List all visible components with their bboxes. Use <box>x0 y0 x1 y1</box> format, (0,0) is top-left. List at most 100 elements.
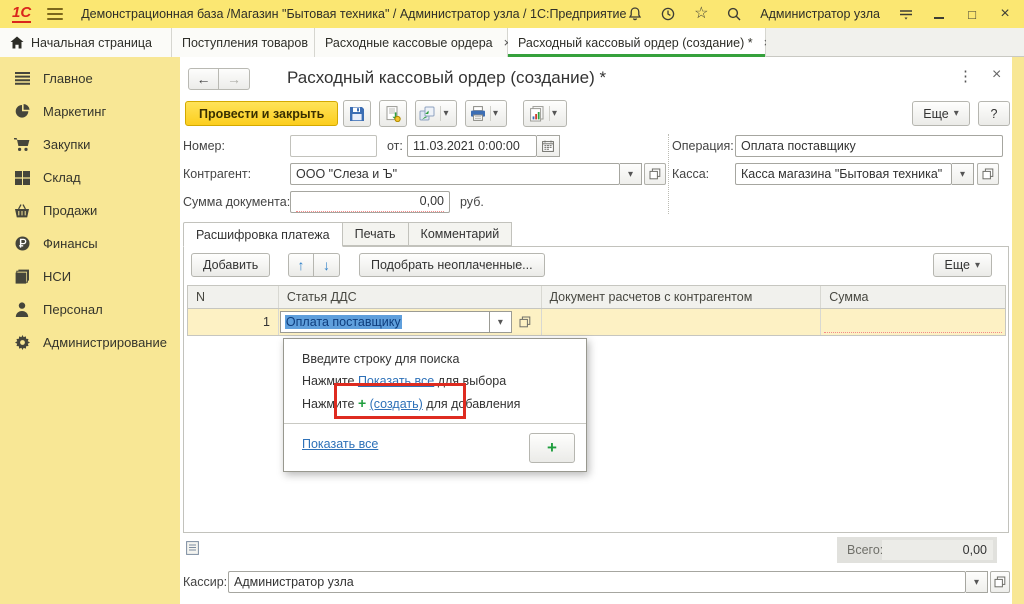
close-icon[interactable]: × <box>996 5 1014 23</box>
sidebar-item-sales[interactable]: Продажи <box>0 194 180 227</box>
create-based-on-icon <box>419 106 436 122</box>
forward-button[interactable]: → <box>219 68 250 90</box>
sidebar-item-main[interactable]: Главное <box>0 62 180 95</box>
history-clock-icon[interactable] <box>659 5 677 23</box>
books-icon <box>14 269 30 285</box>
payment-grid: N Статья ДДС Документ расчетов с контраг… <box>187 285 1006 336</box>
main-menu-icon[interactable] <box>47 8 63 20</box>
tab-print[interactable]: Печать <box>343 222 409 246</box>
dropdown-caret-icon[interactable]: ▾ <box>490 106 502 121</box>
number-field[interactable] <box>290 135 377 157</box>
number-label: Номер: <box>183 135 225 157</box>
grid-more-button[interactable]: Еще ▾ <box>933 253 992 277</box>
cashier-open-icon[interactable] <box>990 571 1010 593</box>
title-bar: 1С Демонстрационная база /Магазин "Бытов… <box>0 0 1024 28</box>
tab-rashodnyj-kassovyj-order-sozdanie[interactable]: Расходный кассовый ордер (создание) * × <box>508 28 766 57</box>
footer-list-icon[interactable] <box>186 541 199 558</box>
search-icon[interactable] <box>725 5 743 23</box>
save-button[interactable] <box>343 100 371 127</box>
print-button[interactable]: ▾ <box>465 100 507 127</box>
move-down-button[interactable]: ↓ <box>314 253 340 277</box>
current-user[interactable]: Администратор узла <box>760 7 880 21</box>
amount-cell[interactable] <box>821 309 1005 335</box>
warehouse-icon <box>14 170 30 186</box>
form-menu-kebab-icon[interactable]: ⋮ <box>958 67 973 85</box>
counterparty-dropdown-icon[interactable]: ▾ <box>620 163 642 185</box>
plus-icon: + <box>358 395 366 411</box>
cashbox-dropdown-icon[interactable]: ▾ <box>952 163 974 185</box>
show-all-inline-link[interactable]: Показать все <box>358 374 434 388</box>
sections-menu-icon <box>14 71 30 87</box>
sidebar-item-purchases[interactable]: Закупки <box>0 128 180 161</box>
post-document-button[interactable] <box>379 100 407 127</box>
move-up-button[interactable]: ↑ <box>288 253 314 277</box>
operation-field[interactable]: Оплата поставщику <box>735 135 1003 157</box>
tab-bar-empty-space <box>766 28 1024 56</box>
create-inline-link[interactable]: (создать) <box>370 397 423 411</box>
sidebar-item-finance[interactable]: Финансы <box>0 227 180 260</box>
calendar-icon[interactable] <box>537 135 560 157</box>
dds-choice-dropdown-popup: Введите строку для поиска Нажмите Показа… <box>283 338 587 472</box>
save-icon <box>349 106 365 122</box>
grid-row-1[interactable]: 1 Оплата поставщику ▾ <box>188 309 1005 335</box>
cashbox-label: Касса: <box>672 163 709 185</box>
back-button[interactable]: ← <box>188 68 219 90</box>
column-header-settlement-doc[interactable]: Документ расчетов с контрагентом <box>542 286 822 308</box>
dds-item-cell[interactable]: Оплата поставщику ▾ <box>279 309 542 335</box>
column-header-amount[interactable]: Сумма <box>821 286 1005 308</box>
fields-separator <box>668 134 669 214</box>
cashier-label: Кассир: <box>183 571 227 593</box>
date-field[interactable]: 11.03.2021 0:00:00 <box>407 135 537 157</box>
cashier-field[interactable]: Администратор узла <box>228 571 966 593</box>
dropdown-caret-icon[interactable]: ▾ <box>440 106 452 121</box>
tab-comment[interactable]: Комментарий <box>409 222 513 246</box>
sidebar-item-administration[interactable]: Администрирование <box>0 326 180 359</box>
maximize-icon[interactable]: □ <box>963 5 981 23</box>
dds-dropdown-icon[interactable]: ▾ <box>490 311 512 333</box>
tab-postupleniya-tovarov[interactable]: Поступления товаров × <box>172 28 315 57</box>
tab-home[interactable]: Начальная страница <box>0 28 172 57</box>
create-new-button[interactable]: + <box>529 433 575 463</box>
notifications-bell-icon[interactable] <box>626 5 644 23</box>
amount-field[interactable]: 0,00 <box>290 191 450 213</box>
settlement-doc-cell[interactable] <box>542 309 822 335</box>
dds-open-icon[interactable] <box>514 311 536 333</box>
add-row-button[interactable]: Добавить <box>191 253 270 277</box>
sidebar-item-personnel[interactable]: Персонал <box>0 293 180 326</box>
sidebar-item-marketing[interactable]: Маркетинг <box>0 95 180 128</box>
row-number-cell: 1 <box>188 309 279 335</box>
cashier-dropdown-icon[interactable]: ▾ <box>966 571 988 593</box>
print-icon <box>470 106 486 121</box>
counterparty-field[interactable]: ООО "Слеза и Ъ" <box>290 163 620 185</box>
workspace-right-margin <box>1012 57 1024 604</box>
pie-chart-icon <box>14 104 30 120</box>
form-close-icon[interactable]: × <box>992 66 1001 84</box>
document-form: ← → Расходный кассовый ордер (создание) … <box>180 57 1012 604</box>
column-header-dds-item[interactable]: Статья ДДС <box>279 286 542 308</box>
tab-payment-breakdown[interactable]: Расшифровка платежа <box>183 222 343 247</box>
popup-divider <box>284 423 586 424</box>
post-and-close-button[interactable]: Провести и закрыть <box>185 101 338 126</box>
dropdown-hints: Введите строку для поиска Нажмите Показа… <box>302 348 520 415</box>
operation-label: Операция: <box>672 135 734 157</box>
cashbox-open-icon[interactable] <box>977 163 999 185</box>
sidebar-item-warehouse[interactable]: Склад <box>0 161 180 194</box>
dds-item-input[interactable]: Оплата поставщику <box>280 311 490 333</box>
counterparty-open-icon[interactable] <box>644 163 666 185</box>
sidebar-item-nsi[interactable]: НСИ <box>0 260 180 293</box>
show-all-link[interactable]: Показать все <box>302 437 378 451</box>
reports-button[interactable]: ▾ <box>523 100 567 127</box>
pick-unpaid-button[interactable]: Подобрать неоплаченные... <box>359 253 545 277</box>
help-button[interactable]: ? <box>978 101 1010 126</box>
form-more-button[interactable]: Еще ▾ <box>912 101 970 126</box>
column-header-n[interactable]: N <box>188 286 279 308</box>
service-menu-icon[interactable] <box>897 5 915 23</box>
cashbox-field[interactable]: Касса магазина "Бытовая техника" <box>735 163 952 185</box>
total-box: Всего: 0,00 <box>837 537 997 563</box>
favorites-star-icon[interactable]: ☆ <box>692 5 710 23</box>
create-based-on-button[interactable]: ▾ <box>415 100 457 127</box>
dropdown-caret-icon[interactable]: ▾ <box>549 106 561 121</box>
tab-rashodnye-kassovye-ordera[interactable]: Расходные кассовые ордера × <box>315 28 508 57</box>
hint-line-2: Нажмите Показать все для выбора <box>302 370 520 392</box>
minimize-icon[interactable] <box>930 5 948 23</box>
